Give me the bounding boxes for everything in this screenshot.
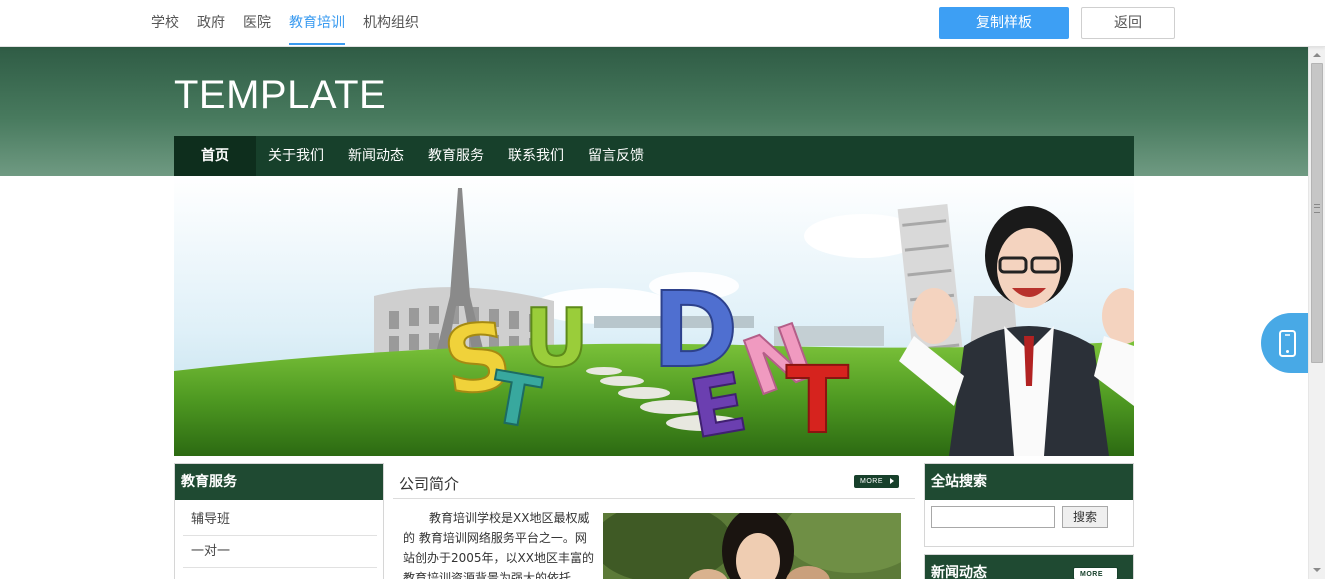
site-header: TEMPLATE 首页 关于我们 新闻动态 教育服务 联系我们 留言反馈: [0, 47, 1308, 176]
back-button[interactable]: 返回: [1081, 7, 1175, 39]
svg-text:T: T: [786, 347, 849, 454]
search-input[interactable]: [931, 506, 1055, 528]
section-title: 公司简介: [399, 475, 460, 493]
copy-template-button[interactable]: 复制样板: [939, 7, 1069, 39]
site-title: TEMPLATE: [174, 73, 387, 117]
search-button[interactable]: 搜索: [1062, 506, 1108, 528]
nav-item-contact[interactable]: 联系我们: [496, 136, 576, 176]
tab-hospital[interactable]: 医院: [243, 0, 271, 47]
news-panel: 新闻动态 MORE: [924, 554, 1134, 579]
tab-organization[interactable]: 机构组织: [363, 0, 419, 47]
hero-banner: S T U D E N T: [174, 176, 1134, 456]
main-nav: 首页 关于我们 新闻动态 教育服务 联系我们 留言反馈: [174, 136, 1134, 176]
nav-item-news[interactable]: 新闻动态: [336, 136, 416, 176]
company-intro-section: 公司简介 MORE 教育培训学校是XX地区最权威的 教育培训网络服务平台之一。网…: [393, 463, 915, 579]
list-item-one-on-one[interactable]: 一对一: [183, 536, 377, 568]
tab-education-training[interactable]: 教育培训: [289, 0, 345, 47]
scroll-down-arrow-icon[interactable]: [1309, 563, 1325, 579]
section-header: 公司简介 MORE: [393, 463, 915, 499]
nav-item-home[interactable]: 首页: [174, 136, 256, 176]
site-search-panel: 全站搜索 搜索: [924, 463, 1134, 547]
top-bar: 学校 政府 医院 教育培训 机构组织 复制样板 返回: [0, 0, 1325, 47]
scroll-thumb[interactable]: [1311, 63, 1323, 363]
news-more-button[interactable]: MORE: [1073, 567, 1118, 579]
tab-school[interactable]: 学校: [151, 0, 179, 47]
panel-title: 新闻动态: [931, 565, 987, 579]
page-scrollbar[interactable]: [1308, 47, 1325, 579]
panel-header: 新闻动态 MORE: [925, 555, 1133, 579]
tab-government[interactable]: 政府: [197, 0, 225, 47]
intro-text: 教育培训学校是XX地区最权威的 教育培训网络服务平台之一。网站创办于2005年，…: [403, 511, 594, 579]
svg-text:U: U: [524, 292, 589, 385]
nav-item-feedback[interactable]: 留言反馈: [576, 136, 656, 176]
list-item-tutoring-class[interactable]: 辅导班: [183, 504, 377, 536]
category-tabs: 学校 政府 医院 教育培训 机构组织: [151, 0, 437, 47]
scroll-up-arrow-icon[interactable]: [1309, 47, 1325, 63]
nav-item-about[interactable]: 关于我们: [256, 136, 336, 176]
education-services-panel: 教育服务 辅导班 一对一: [174, 463, 384, 579]
intro-photo: [603, 513, 901, 579]
banner-illustration: S T U D E N T: [174, 176, 1134, 456]
panel-title: 教育服务: [175, 464, 383, 500]
panel-title: 全站搜索: [925, 464, 1133, 500]
nav-item-services[interactable]: 教育服务: [416, 136, 496, 176]
more-button[interactable]: MORE: [854, 475, 899, 488]
